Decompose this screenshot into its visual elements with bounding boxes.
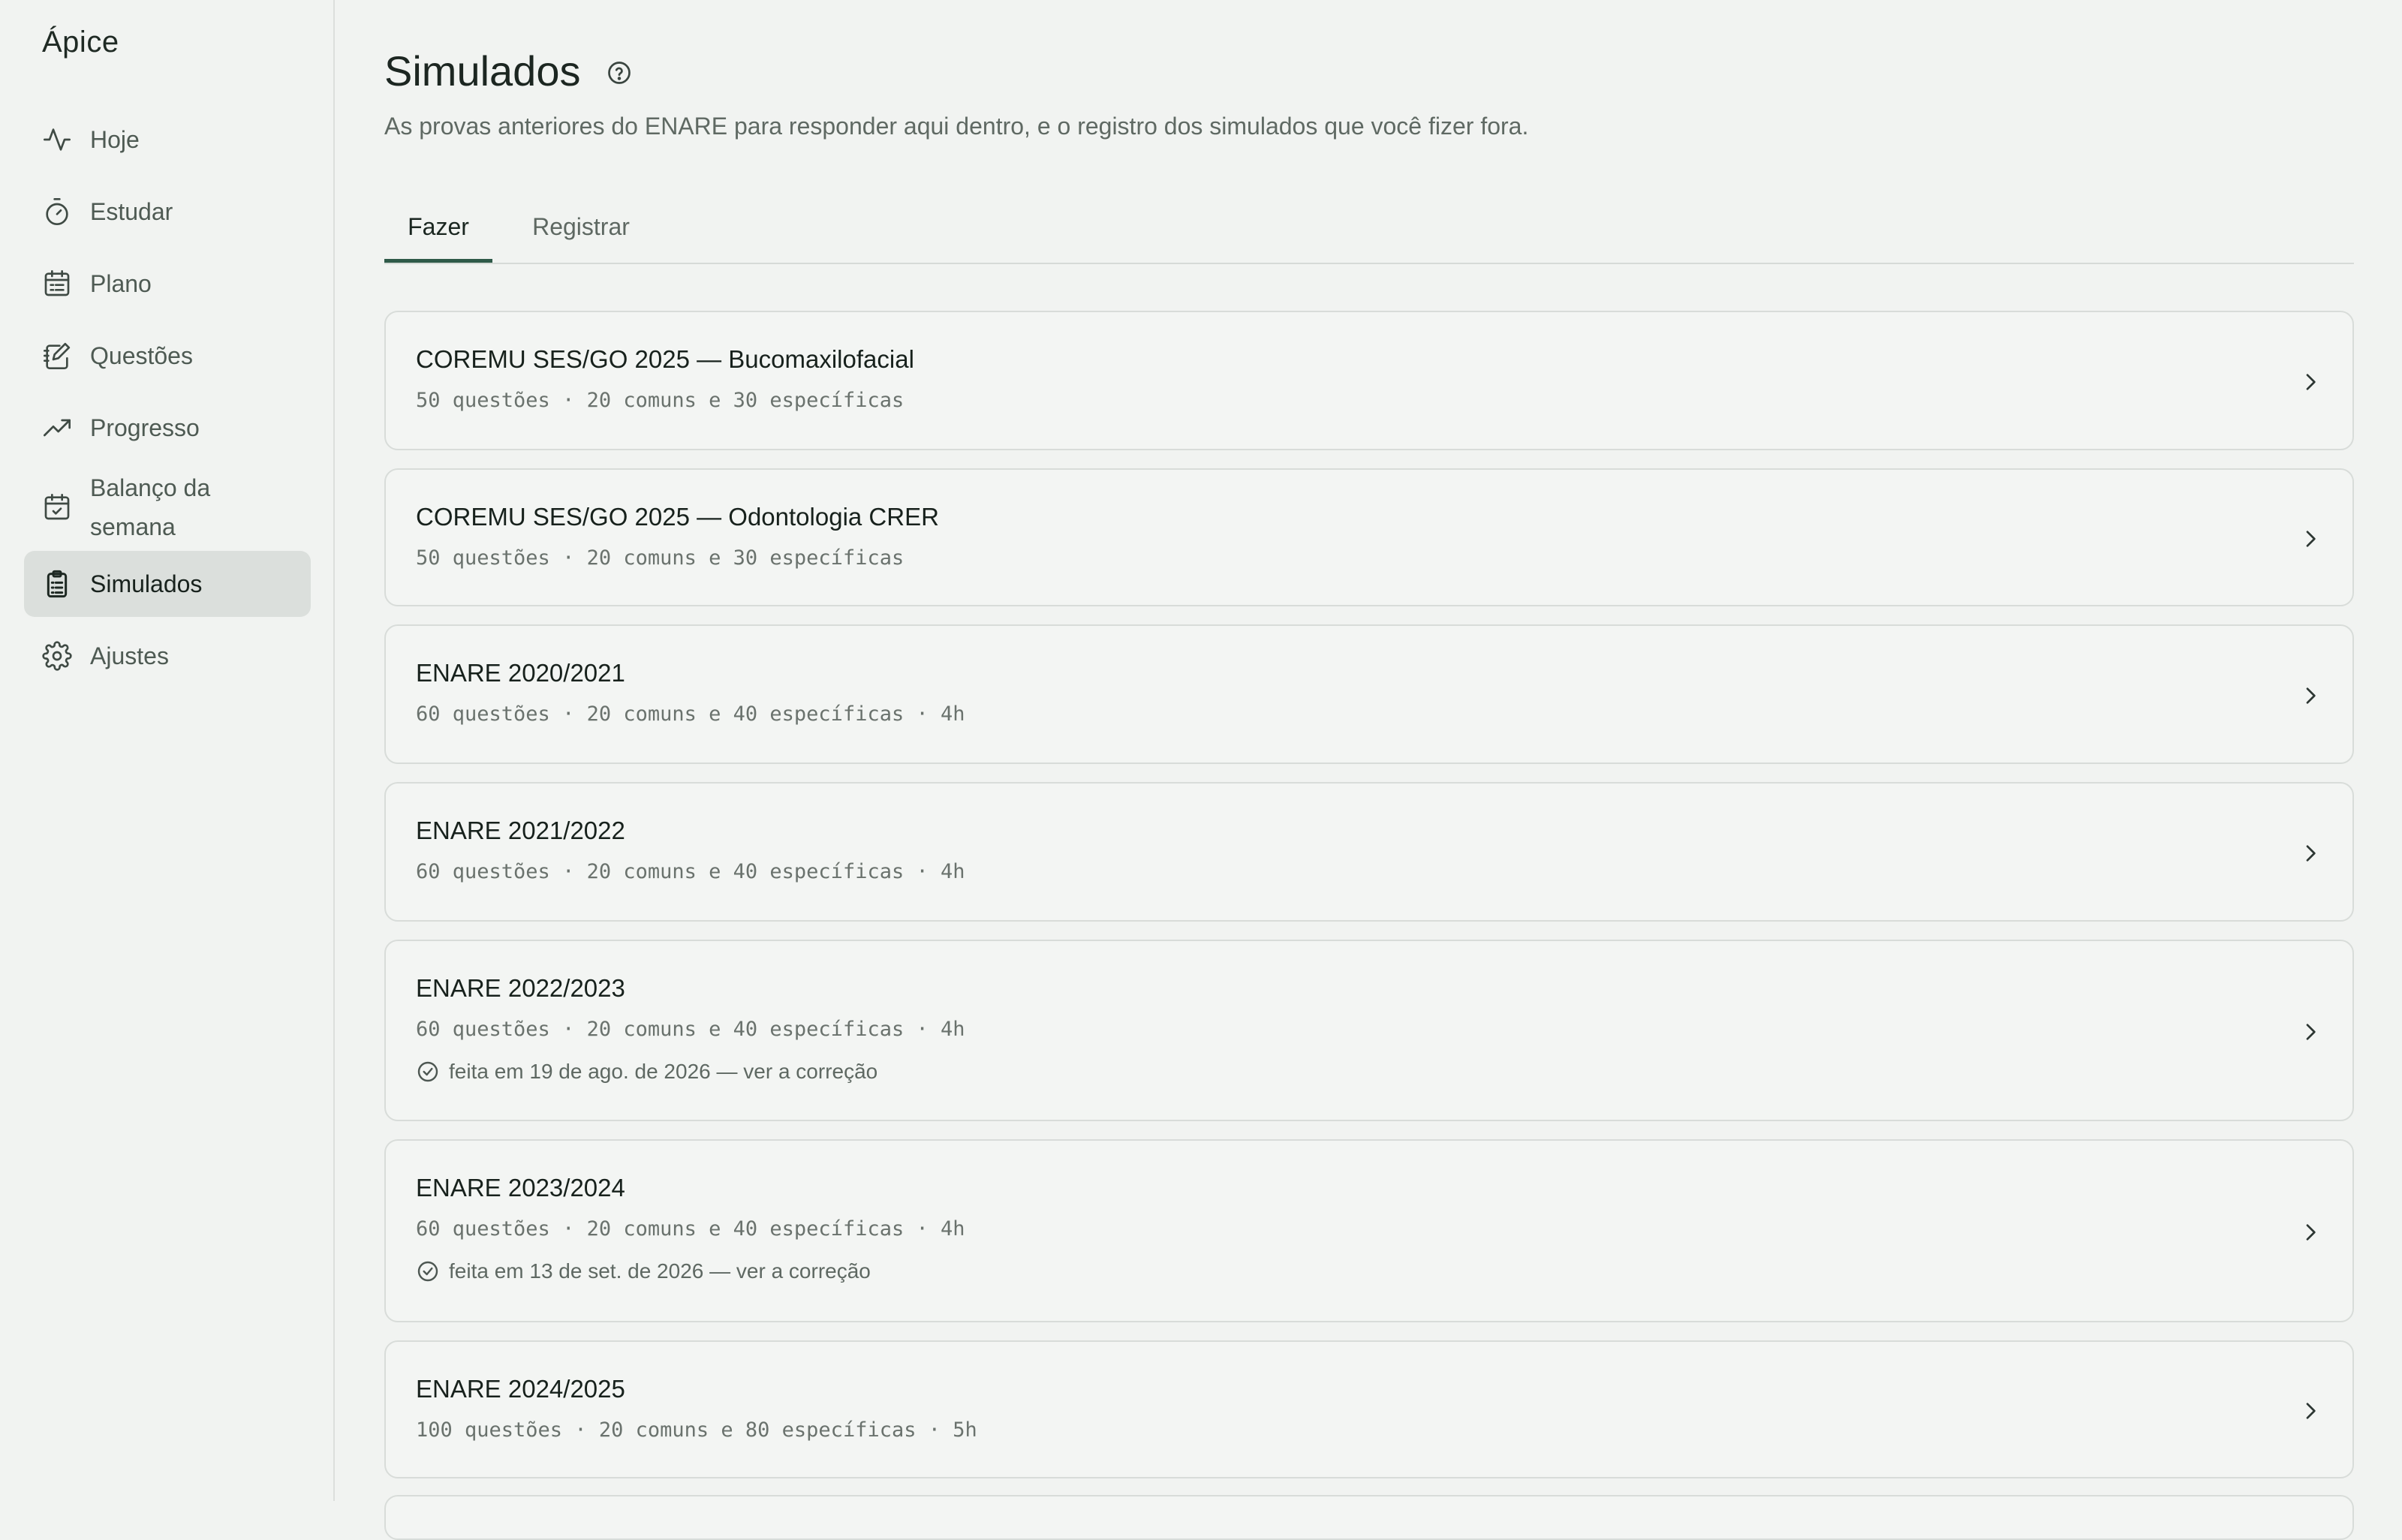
exam-title: ENARE 2022/2023 <box>416 974 625 1002</box>
exam-meta: 50 questões · 20 comuns e 30 específicas <box>416 389 905 412</box>
activity-icon <box>42 125 72 155</box>
tab-fazer[interactable]: Fazer <box>384 204 492 263</box>
page-subtitle: As provas anteriores do ENARE para respo… <box>384 113 1529 140</box>
exam-title: ENARE 2021/2022 <box>416 817 625 844</box>
exam-meta: 60 questões · 20 comuns e 40 específicas… <box>416 1217 965 1241</box>
chevron-right-icon <box>2298 370 2322 394</box>
chevron-right-icon <box>2298 684 2322 708</box>
sidebar-item-ajustes[interactable]: Ajustes <box>24 623 311 689</box>
calendar-list-icon <box>42 269 72 299</box>
exam-card[interactable]: COREMU SES/GO 2025 — Bucomaxilofacial 50… <box>384 311 2354 450</box>
sidebar-item-label: Estudar <box>90 198 173 225</box>
chevron-right-icon <box>2298 841 2322 865</box>
exam-title: COREMU SES/GO 2025 — Odontologia CRER <box>416 503 939 531</box>
exam-meta: 60 questões · 20 comuns e 40 específicas… <box>416 1018 965 1041</box>
exam-title: ENARE 2020/2021 <box>416 659 625 687</box>
sidebar-item-hoje[interactable]: Hoje <box>24 107 311 173</box>
completion-text: feita em 19 de ago. de 2026 — ver a corr… <box>449 1060 878 1083</box>
sidebar-item-label: Hoje <box>90 126 140 153</box>
exam-card[interactable] <box>384 1495 2354 1540</box>
help-icon[interactable] <box>606 59 633 86</box>
chevron-right-icon <box>2298 527 2322 551</box>
tab-registrar[interactable]: Registrar <box>507 204 655 263</box>
completion-status[interactable]: feita em 13 de set. de 2026 — ver a corr… <box>416 1259 871 1283</box>
exam-meta: 60 questões · 20 comuns e 40 específicas… <box>416 702 965 726</box>
sidebar-item-simulados[interactable]: Simulados <box>24 551 311 617</box>
chevron-right-icon <box>2298 1399 2322 1423</box>
gear-icon <box>42 641 72 671</box>
sidebar: Ápice Hoje Estudar Plano Questões Progre… <box>0 0 335 1501</box>
exam-card[interactable]: ENARE 2024/2025 100 questões · 20 comuns… <box>384 1340 2354 1478</box>
exam-meta: 100 questões · 20 comuns e 80 específica… <box>416 1418 977 1442</box>
sidebar-item-label: Progresso <box>90 414 200 441</box>
chevron-right-icon <box>2298 1020 2322 1044</box>
sidebar-item-balanco[interactable]: Balanço da semana <box>24 467 311 548</box>
exam-card[interactable]: ENARE 2022/2023 60 questões · 20 comuns … <box>384 940 2354 1121</box>
calendar-check-icon <box>42 492 72 522</box>
exam-title: ENARE 2023/2024 <box>416 1174 625 1202</box>
check-circle-icon <box>416 1060 440 1084</box>
tab-bar: Fazer Registrar <box>384 204 2354 264</box>
sidebar-item-label: Balanço da semana <box>90 474 211 540</box>
exam-meta: 50 questões · 20 comuns e 30 específicas <box>416 546 905 570</box>
check-circle-icon <box>416 1259 440 1283</box>
page-title: Simulados <box>384 47 581 95</box>
completion-status[interactable]: feita em 19 de ago. de 2026 — ver a corr… <box>416 1060 877 1084</box>
sidebar-item-label: Questões <box>90 342 193 369</box>
sidebar-item-estudar[interactable]: Estudar <box>24 179 311 245</box>
exam-card[interactable]: ENARE 2020/2021 60 questões · 20 comuns … <box>384 624 2354 764</box>
exam-title: COREMU SES/GO 2025 — Bucomaxilofacial <box>416 345 914 373</box>
exam-title: ENARE 2024/2025 <box>416 1375 625 1403</box>
edit-notes-icon <box>42 341 72 371</box>
completion-text: feita em 13 de set. de 2026 — ver a corr… <box>449 1259 871 1283</box>
exam-card[interactable]: ENARE 2023/2024 60 questões · 20 comuns … <box>384 1139 2354 1322</box>
sidebar-item-label: Plano <box>90 270 152 297</box>
chevron-right-icon <box>2298 1220 2322 1244</box>
exam-card[interactable]: COREMU SES/GO 2025 — Odontologia CRER 50… <box>384 468 2354 606</box>
timer-icon <box>42 197 72 227</box>
exam-meta: 60 questões · 20 comuns e 40 específicas… <box>416 860 965 883</box>
sidebar-item-label: Ajustes <box>90 642 169 669</box>
sidebar-item-label: Simulados <box>90 570 203 597</box>
sidebar-item-progresso[interactable]: Progresso <box>24 395 311 461</box>
sidebar-item-questoes[interactable]: Questões <box>24 323 311 389</box>
trending-up-icon <box>42 413 72 443</box>
sidebar-item-plano[interactable]: Plano <box>24 251 311 317</box>
clipboard-list-icon <box>42 569 72 599</box>
page-header: Simulados <box>384 47 633 95</box>
exam-card[interactable]: ENARE 2021/2022 60 questões · 20 comuns … <box>384 782 2354 922</box>
app-logo[interactable]: Ápice <box>42 26 119 59</box>
